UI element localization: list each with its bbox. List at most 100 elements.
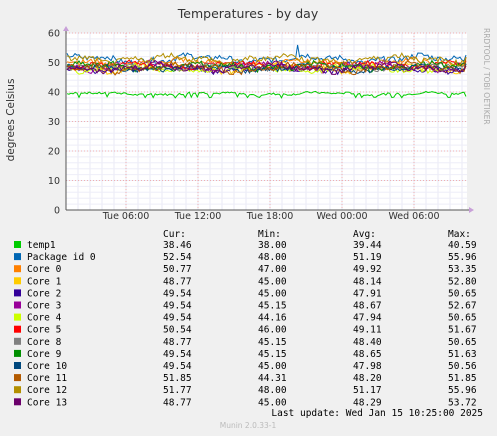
y-axis-arrow [63,26,69,31]
legend-name: Core 9 [27,349,62,360]
legend-cur-value: 51.77 [163,385,192,396]
legend-max-value: 55.96 [448,252,477,263]
munin-version: Munin 2.0.33-1 [220,421,277,430]
legend-min-value: 45.15 [258,349,287,360]
legend-min-value: 48.00 [258,385,287,396]
legend-max-value: 50.65 [448,313,477,324]
legend-row-core-13: Core 13 48.77 45.00 48.29 53.72 [14,397,477,408]
legend-row-core-5: Core 5 50.54 46.00 49.11 51.67 [14,325,477,336]
legend-name: Core 1 [27,276,62,287]
x-tick-label: Tue 12:00 [174,211,222,222]
legend-swatch [14,301,21,309]
legend-cur-value: 49.54 [163,288,192,299]
legend-swatch [14,313,21,321]
x-tick-label: Wed 00:00 [316,211,367,222]
last-update: Last update: Wed Jan 15 10:25:00 2025 [271,408,483,419]
legend-avg-value: 48.67 [353,301,382,312]
legend-swatch [14,265,21,273]
legend-min-value: 45.15 [258,301,287,312]
legend-row-core-2: Core 2 49.54 45.00 47.91 50.65 [14,288,477,299]
legend-max-value: 50.65 [448,337,477,348]
legend-max-value: 53.72 [448,397,477,408]
legend-row-core-11: Core 11 51.85 44.31 48.20 51.85 [14,373,477,384]
y-tick-label: 60 [48,29,60,40]
column-max: Max: [448,229,471,240]
legend-min-value: 45.00 [258,276,287,287]
munin-graph: Temperatures - by day degrees Celsius RR… [0,0,497,436]
legend-min-value: 45.00 [258,288,287,299]
y-tick-labels: 0 10 20 30 40 50 60 [48,29,60,217]
x-tick-labels: Tue 06:00 Tue 12:00 Tue 18:00 Wed 00:00 Wed … [102,211,440,222]
legend-swatch [14,374,21,382]
legend-cur-value: 50.54 [163,325,192,336]
legend-cur-value: 49.54 [163,361,192,372]
y-tick-label: 20 [48,147,60,158]
legend-row-core-12: Core 12 51.77 48.00 51.17 55.96 [14,385,477,396]
legend-cur-value: 49.54 [163,301,192,312]
column-cur: Cur: [163,229,186,240]
y-tick-label: 0 [54,206,60,217]
legend-row-core-10: Core 10 49.54 45.00 47.98 50.56 [14,361,477,372]
legend-row-core-9: Core 9 49.54 45.15 48.65 51.63 [14,349,477,360]
legend-avg-value: 48.29 [353,397,382,408]
legend-max-value: 50.65 [448,288,477,299]
legend-name: Core 13 [27,397,67,408]
legend-swatch [14,386,21,394]
legend-row-core-0: Core 0 50.77 47.00 49.92 53.35 [14,264,477,275]
legend-swatch [14,289,21,297]
legend-name: Core 11 [27,373,67,384]
legend-cur-value: 50.77 [163,264,192,275]
legend-name: Core 0 [27,264,62,275]
legend-avg-value: 51.19 [353,252,382,263]
legend-cur-value: 51.85 [163,373,192,384]
legend-name: Core 10 [27,361,67,372]
legend-max-value: 51.67 [448,325,477,336]
legend-swatch [14,362,21,369]
rrdtool-watermark: RRDTOOL / TOBI OETIKER [482,28,491,125]
legend-row-package-id-0: Package id 0 52.54 48.00 51.19 55.96 [14,252,477,263]
legend-row-temp1: temp1 38.46 38.00 39.44 40.59 [14,240,477,251]
legend-row-core-4: Core 4 49.54 44.16 47.94 50.65 [14,313,477,324]
legend-swatch [14,241,21,248]
column-avg: Avg: [353,229,376,240]
legend-cur-value: 52.54 [163,252,192,263]
legend-name: Core 8 [27,337,62,348]
x-tick-label: Tue 06:00 [102,211,150,222]
y-tick-label: 30 [48,117,60,128]
x-tick-label: Tue 18:00 [246,211,294,222]
legend-cur-value: 38.46 [163,240,192,251]
chart-title: Temperatures - by day [177,6,319,21]
legend-swatch [14,349,21,357]
legend-max-value: 53.35 [448,264,477,275]
legend-avg-value: 39.44 [353,240,382,251]
y-axis-label: degrees Celsius [5,79,17,162]
legend-name: Package id 0 [27,252,96,263]
legend-header: Cur: Min: Avg: Max: [163,229,471,240]
legend-name: Core 4 [27,313,62,324]
legend-min-value: 44.31 [258,373,287,384]
legend-cur-value: 49.54 [163,313,192,324]
legend-avg-value: 48.40 [353,337,382,348]
legend-max-value: 50.56 [448,361,477,372]
legend-name: temp1 [27,240,56,251]
legend-row-core-3: Core 3 49.54 45.15 48.67 52.67 [14,301,477,312]
y-tick-label: 50 [48,58,60,69]
legend-swatch [14,337,21,345]
legend-max-value: 40.59 [448,240,477,251]
legend-row-core-8: Core 8 48.77 45.15 48.40 50.65 [14,337,477,348]
legend-name: Core 12 [27,385,67,396]
x-tick-label: Wed 06:00 [388,211,439,222]
legend-min-value: 45.00 [258,361,287,372]
legend-max-value: 55.96 [448,385,477,396]
legend-avg-value: 47.91 [353,288,382,299]
legend-min-value: 47.00 [258,264,287,275]
y-tick-label: 40 [48,88,60,99]
legend-min-value: 46.00 [258,325,287,336]
legend-avg-value: 47.94 [353,313,382,324]
column-min: Min: [258,229,281,240]
legend-min-value: 45.00 [258,397,287,408]
legend-cur-value: 48.77 [163,337,192,348]
legend-max-value: 51.63 [448,349,477,360]
legend: temp1 38.46 38.00 39.44 40.59 Package id 0 52.… [14,240,477,408]
legend-avg-value: 48.65 [353,349,382,360]
